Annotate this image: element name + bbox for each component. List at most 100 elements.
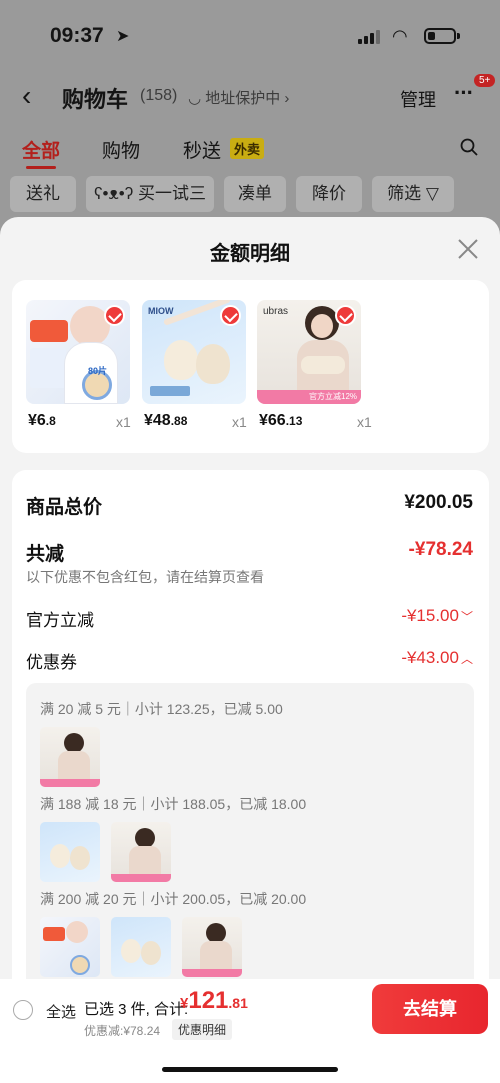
selected-check-icon[interactable] — [104, 305, 125, 326]
search-icon[interactable] — [460, 138, 478, 156]
wifi-icon: ◠ — [392, 26, 408, 46]
close-icon[interactable] — [456, 237, 480, 261]
bear-icon: ʕ•ᴥ•ʔ — [94, 184, 138, 203]
product-qty: x1 — [116, 414, 131, 430]
total-price-value: ¥200.05 — [404, 492, 473, 513]
page-title: 购物车 — [62, 87, 129, 112]
model-body — [200, 941, 232, 969]
manage-button[interactable]: 管理 — [400, 86, 436, 112]
product-thumbnails-card: 80片 ¥6.8 x1 MIOW ¥48.88 x1 ubras 官方立减12%… — [12, 280, 489, 453]
promo-strip — [182, 969, 242, 977]
chip-bundle[interactable]: 凑单 — [224, 176, 286, 212]
waimai-badge: 外卖 — [230, 138, 265, 159]
model-hair — [206, 923, 226, 943]
product-item[interactable]: 80片 ¥6.8 x1 — [26, 300, 138, 430]
selected-check-icon[interactable] — [335, 305, 356, 326]
promo-text: 官方立减12% — [309, 392, 358, 401]
more-icon[interactable]: ··· — [454, 80, 474, 106]
bra-cup-right — [141, 941, 161, 965]
bra-cup-right — [196, 344, 230, 384]
product-image[interactable]: 80片 — [26, 300, 130, 404]
coupon-product-thumb — [40, 822, 100, 882]
chip-price-drop[interactable]: 降价 — [296, 176, 362, 212]
checkout-bar: 全选 已选 3 件, 合计: ¥121.81 优惠减:¥78.24 优惠明细 去… — [0, 979, 500, 1083]
price-int: ¥48 — [144, 412, 171, 429]
model-hair — [135, 828, 155, 848]
saved-amount: 优惠减:¥78.24 — [84, 1024, 161, 1038]
total-int: 121 — [188, 987, 229, 1014]
product-item[interactable]: MIOW ¥48.88 x1 — [142, 300, 254, 430]
home-indicator — [162, 1067, 338, 1072]
product-tag: 80片 — [88, 366, 108, 376]
discount-label: 共减 — [26, 544, 65, 565]
coupon-value: -¥43.00 — [401, 648, 459, 667]
patch-pack — [70, 955, 90, 975]
bra-cup-left — [121, 939, 141, 963]
official-discount-row[interactable]: -¥15.00 ﹀ — [401, 606, 473, 626]
chip-label: 降价 — [312, 184, 346, 203]
select-all-radio[interactable] — [13, 1000, 33, 1020]
discount-note: 以下优惠不包含红包，请在结算页查看 — [26, 569, 264, 585]
bra-cup-left — [164, 340, 198, 380]
product-promo-label — [30, 320, 68, 342]
price-dec: .8 — [45, 414, 56, 428]
status-time: 09:37 — [50, 24, 104, 47]
battery-icon — [424, 28, 460, 44]
product-image[interactable]: MIOW — [142, 300, 246, 404]
coupon-product-thumb — [40, 917, 100, 977]
chevron-up-icon: ︿ — [460, 652, 473, 666]
coupon-group-text: 满 200 减 20 元｜小计 200.05，已减 20.00 — [40, 891, 307, 907]
coupon-breakdown: 满 20 减 5 元｜小计 123.25，已减 5.00 满 188 减 18 … — [26, 683, 474, 1013]
promo-strip — [111, 874, 171, 882]
amount-detail-sheet: 金额明细 80片 ¥6.8 x1 MIOW ¥48.88 x1 ubras 官方… — [0, 217, 500, 1083]
chip-gift[interactable]: 送礼 — [10, 176, 76, 212]
message-badge: 5+ — [474, 74, 496, 87]
total-price-label: 商品总价 — [26, 497, 103, 518]
product-price: ¥48.88 — [144, 412, 187, 430]
chip-filter[interactable]: 筛选 ▽ — [372, 176, 454, 212]
select-all-label[interactable]: 全选 — [46, 1001, 76, 1022]
coupon-row[interactable]: -¥43.00 ︿ — [401, 648, 473, 668]
status-bar: 09:37 ➤ ◠ — [0, 22, 500, 52]
discount-value: -¥78.24 — [408, 539, 473, 560]
coupon-product-thumb — [182, 917, 242, 977]
price-int: ¥66 — [259, 412, 286, 429]
price-int: ¥6 — [28, 412, 46, 429]
coupon-group-text: 满 188 减 18 元｜小计 188.05，已减 18.00 — [40, 796, 307, 812]
product-qty: x1 — [357, 414, 372, 430]
back-arrow-icon[interactable]: ‹ — [22, 80, 31, 112]
official-discount-value: -¥15.00 — [401, 606, 459, 625]
cart-count: (158) — [140, 87, 178, 104]
coupon-product-thumb — [111, 822, 171, 882]
brand-logo: ubras — [263, 306, 289, 317]
sheet-title: 金额明细 — [210, 243, 290, 265]
model-face — [311, 314, 333, 338]
price-dec: .13 — [285, 414, 303, 428]
product-image[interactable]: ubras 官方立减12% — [257, 300, 361, 404]
product-price: ¥6.8 — [28, 412, 56, 430]
selected-check-icon[interactable] — [220, 305, 241, 326]
chip-label: 筛选 — [387, 184, 422, 203]
price-dec: .88 — [170, 414, 188, 428]
product-price: ¥66.13 — [259, 412, 302, 430]
total-amount: ¥121.81 — [180, 987, 248, 1015]
address-protection-label[interactable]: ◡ 地址保护中 › — [188, 87, 289, 108]
tab-all[interactable]: 全部 — [22, 136, 60, 169]
discount-detail-link[interactable]: 优惠明细 — [172, 1019, 233, 1040]
tab-shopping[interactable]: 购物 — [102, 136, 140, 163]
coupon-label: 优惠券 — [26, 653, 77, 672]
total-dec: .81 — [228, 995, 248, 1011]
chip-label: 买一试三 — [137, 184, 206, 203]
cellular-signal-icon — [358, 30, 382, 44]
checkout-button[interactable]: 去结算 — [372, 984, 488, 1034]
model-body — [129, 846, 161, 874]
coupon-product-thumb — [40, 727, 100, 787]
chip-try[interactable]: ʕ•ᴥ•ʔ 买一试三 — [86, 176, 214, 212]
product-item[interactable]: ubras 官方立减12% ¥66.13 x1 — [257, 300, 372, 430]
product-bra — [301, 356, 345, 374]
tab-flash-delivery[interactable]: 秒送 — [183, 136, 221, 163]
bra-cup-right — [70, 846, 90, 870]
cart-navbar: ‹ 购物车 (158) ◡ 地址保护中 › 管理 ··· 5+ — [0, 74, 500, 118]
selected-count: 已选 3 件, 合计: — [84, 1001, 189, 1018]
product-qty: x1 — [232, 414, 247, 430]
